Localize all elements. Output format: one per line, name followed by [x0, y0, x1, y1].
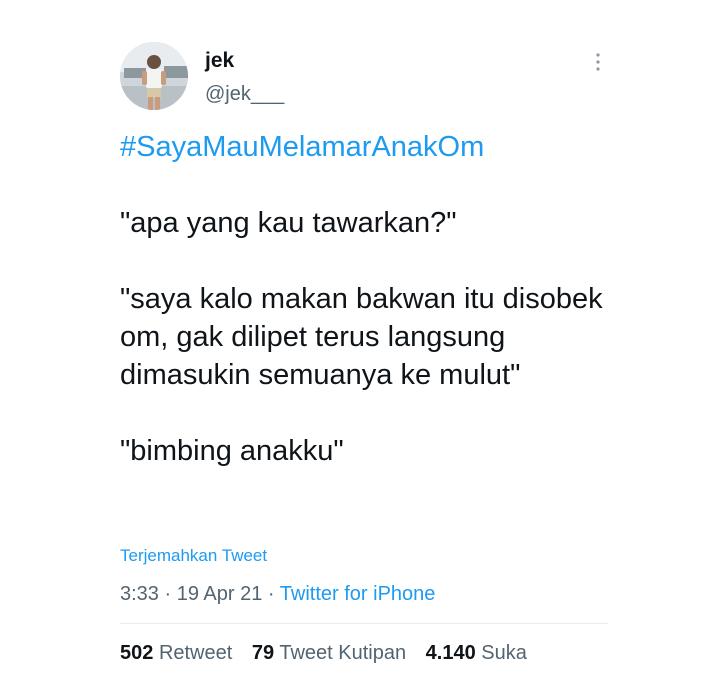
tweet-paragraph: "apa yang kau tawarkan?"	[120, 207, 457, 239]
tweet-paragraph: "saya kalo makan bakwan itu disobek om, …	[120, 283, 603, 391]
retweets-stat[interactable]: 502 Retweet	[120, 642, 232, 664]
meta-separator: ·	[267, 583, 275, 605]
tweet-source-link[interactable]: Twitter for iPhone	[280, 583, 436, 605]
avatar[interactable]	[120, 42, 188, 110]
author-display-name[interactable]: jek	[205, 48, 234, 74]
divider	[120, 623, 608, 624]
likes-count: 4.140	[425, 642, 476, 664]
quotes-label: Tweet Kutipan	[279, 642, 407, 664]
quotes-stat[interactable]: 79 Tweet Kutipan	[252, 642, 406, 664]
tweet-text: #SayaMauMelamarAnakOm "apa yang kau tawa…	[120, 128, 640, 470]
retweets-label: Retweet	[158, 642, 233, 664]
tweet-date[interactable]: 19 Apr 21	[177, 583, 263, 605]
quotes-count: 79	[251, 642, 275, 664]
likes-stat[interactable]: 4.140 Suka	[426, 642, 527, 664]
translate-tweet-link[interactable]: Terjemahkan Tweet	[120, 545, 267, 567]
author-handle[interactable]: @jek___	[205, 82, 284, 106]
retweets-count: 502	[120, 642, 154, 664]
tweet-detail: jek @jek___ #SayaMauMelamarAnakOm "apa y…	[0, 0, 720, 683]
more-vertical-icon[interactable]	[588, 50, 608, 74]
tweet-meta: 3:33 · 19 Apr 21 · Twitter for iPhone	[120, 581, 435, 607]
hashtag-link[interactable]: #SayaMauMelamarAnakOm	[120, 128, 640, 166]
likes-label: Suka	[481, 642, 527, 664]
engagement-stats: 502 Retweet 79 Tweet Kutipan 4.140 Suka	[120, 640, 527, 666]
avatar-photo-icon	[120, 42, 188, 110]
tweet-paragraph: "bimbing anakku"	[120, 435, 344, 467]
tweet-time[interactable]: 3:33	[120, 583, 159, 605]
meta-separator: ·	[164, 583, 172, 605]
